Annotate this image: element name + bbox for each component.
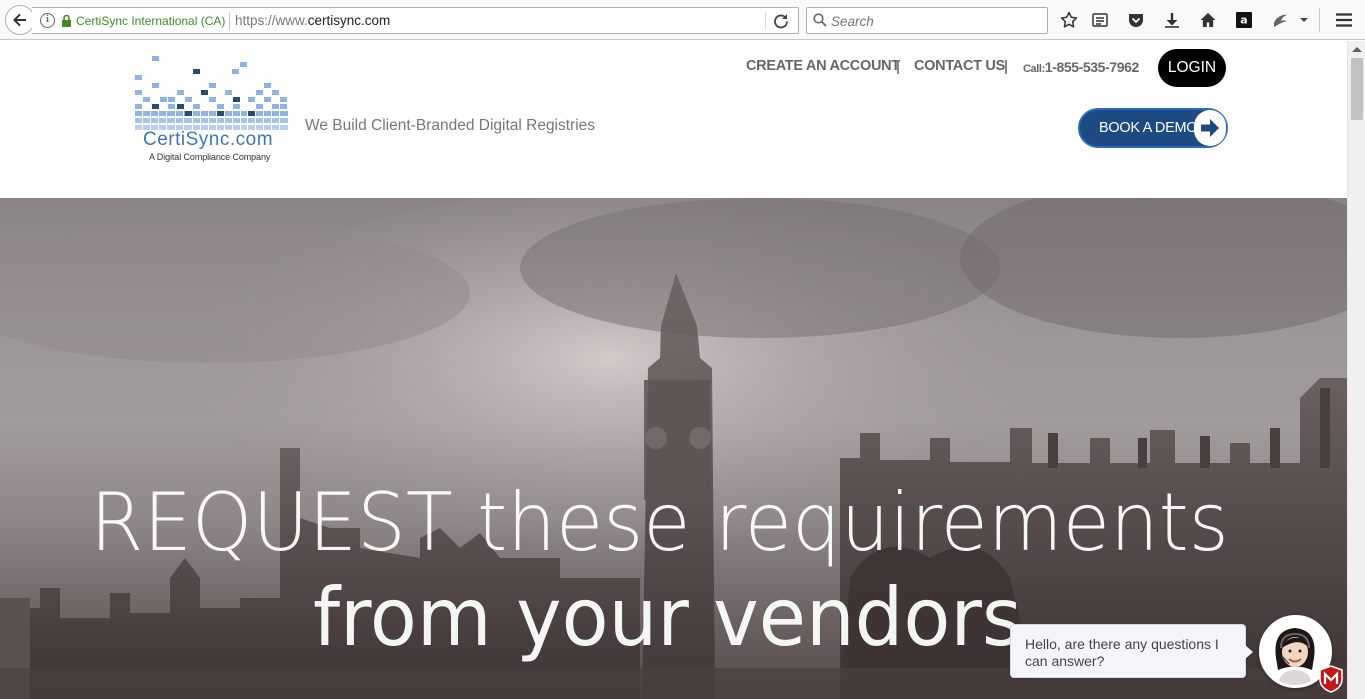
browser-toolbar: i CertiSync International (CA) https://w…	[0, 0, 1365, 40]
mcafee-shield-icon[interactable]	[1318, 665, 1344, 693]
logo-name[interactable]: CertiSync.com	[143, 129, 273, 151]
url-separator	[229, 12, 230, 30]
logo-tagline: A Digital Compliance Company	[149, 152, 271, 162]
search-icon	[813, 13, 827, 27]
call-prefix: Call:	[1023, 63, 1045, 75]
svg-text:a: a	[1240, 14, 1247, 27]
site-identity[interactable]: CertiSync International (CA)	[76, 14, 225, 28]
scrollbar-thumb[interactable]	[1351, 58, 1363, 120]
toolbar-separator	[1319, 8, 1320, 32]
nav-separator	[1005, 60, 1007, 74]
page-scrollbar[interactable]	[1347, 41, 1365, 699]
book-demo-label: BOOK A DEMO	[1099, 120, 1198, 136]
overflow-chevron-icon[interactable]	[1297, 10, 1311, 30]
extension-icon[interactable]	[1270, 10, 1290, 30]
reload-icon[interactable]	[772, 12, 790, 30]
search-bar[interactable]	[806, 7, 1048, 34]
call-number[interactable]: Call:1-855-535-7962	[1023, 59, 1139, 75]
login-button[interactable]: LOGIN	[1158, 49, 1226, 87]
search-input[interactable]	[831, 12, 1036, 30]
info-icon[interactable]: i	[40, 13, 55, 28]
bookmark-star-icon[interactable]	[1059, 10, 1079, 30]
nav-separator	[897, 60, 899, 74]
site-tagline: We Build Client-Branded Digital Registri…	[305, 117, 596, 134]
back-icon	[13, 13, 26, 27]
hero-heading-line1: REQUEST these requirements	[90, 476, 1229, 569]
reload-separator	[765, 12, 766, 30]
site-header: CertiSync.com A Digital Compliance Compa…	[0, 41, 1347, 198]
lock-icon[interactable]	[61, 14, 72, 28]
nav-contact-us[interactable]: CONTACT US	[914, 58, 1005, 74]
back-button[interactable]	[5, 5, 35, 35]
url-text[interactable]: https://www.certisync.com	[235, 13, 390, 28]
url-bar[interactable]: i CertiSync International (CA) https://w…	[32, 7, 799, 34]
hero-heading-line2: from your vendors	[313, 571, 1022, 664]
book-demo-button[interactable]: BOOK A DEMO	[1078, 108, 1228, 148]
home-icon[interactable]	[1198, 10, 1218, 30]
arrow-right-icon	[1194, 110, 1226, 146]
phone-number: 1-855-535-7962	[1044, 59, 1139, 75]
menu-icon[interactable]	[1334, 10, 1354, 30]
amazon-icon[interactable]: a	[1234, 10, 1254, 30]
scroll-up-arrow-icon[interactable]	[1352, 47, 1362, 52]
pocket-icon[interactable]	[1126, 10, 1146, 30]
chat-greeting-bubble[interactable]: Hello, are there any questions I can ans…	[1010, 624, 1253, 678]
logo-pixel-grid	[135, 56, 288, 130]
nav-create-account[interactable]: CREATE AN ACCOUNT	[746, 58, 900, 74]
download-icon[interactable]	[1162, 10, 1182, 30]
reading-list-icon[interactable]	[1090, 10, 1110, 30]
url-prefix: https://www.	[235, 13, 308, 28]
url-domain: certisync.com	[307, 13, 391, 28]
